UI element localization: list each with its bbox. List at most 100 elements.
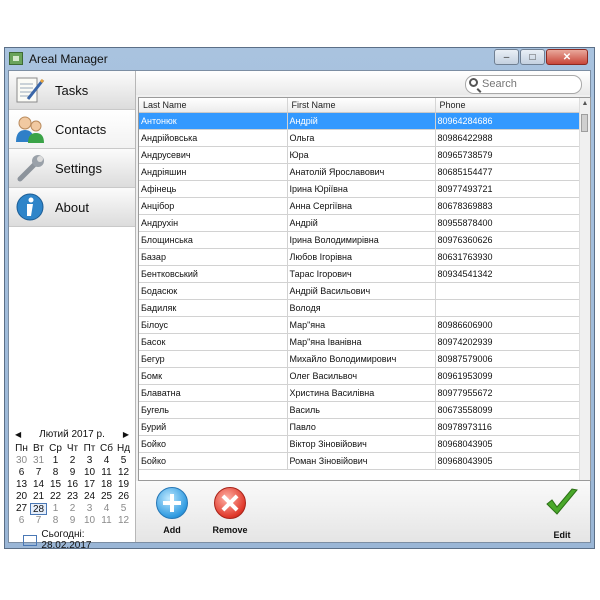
calendar-day[interactable]: 5 <box>115 503 132 515</box>
first-name-cell[interactable]: Василь <box>287 401 436 419</box>
column-header-first-name[interactable]: First Name <box>287 98 436 113</box>
table-row[interactable]: Блаватна Христина Василівна 80977955672 <box>139 384 585 402</box>
last-name-cell[interactable]: Анцібор <box>139 197 288 215</box>
last-name-cell[interactable]: Андрійовська <box>139 129 288 147</box>
table-row[interactable]: Басок Мар"яна Іванівна 80974202939 <box>139 333 585 351</box>
calendar-day[interactable]: 13 <box>13 479 30 491</box>
first-name-cell[interactable]: Віктор Зіновійович <box>287 435 436 453</box>
table-row[interactable]: Бойко Віктор Зіновійович 80968043905 <box>139 435 585 453</box>
calendar-day[interactable]: 9 <box>64 515 81 527</box>
calendar-today-link[interactable]: Сьогодні: 28.02.2017 <box>11 529 133 551</box>
last-name-cell[interactable]: Бадиляк <box>139 299 288 317</box>
calendar-day[interactable]: 19 <box>115 479 132 491</box>
last-name-cell[interactable]: Бодасюк <box>139 282 288 300</box>
phone-cell[interactable]: 80978973116 <box>435 418 585 436</box>
phone-cell[interactable]: 80987579006 <box>435 350 585 368</box>
first-name-cell[interactable]: Любов Ігорівна <box>287 248 436 266</box>
last-name-cell[interactable]: Блаватна <box>139 384 288 402</box>
calendar-day[interactable]: 8 <box>47 515 64 527</box>
table-row[interactable]: Бегур Михайло Володимирович 80987579006 <box>139 350 585 368</box>
first-name-cell[interactable]: Володя <box>287 299 436 317</box>
first-name-cell[interactable]: Михайло Володимирович <box>287 350 436 368</box>
first-name-cell[interactable]: Павло <box>287 418 436 436</box>
last-name-cell[interactable]: Антонюк <box>139 112 288 130</box>
phone-cell[interactable]: 80955878400 <box>435 214 585 232</box>
calendar-day[interactable]: 28 <box>30 503 47 515</box>
calendar-day[interactable]: 5 <box>115 455 132 467</box>
table-row[interactable]: Білоус Мар"яна 80986606900 <box>139 316 585 334</box>
calendar-day[interactable]: 6 <box>13 467 30 479</box>
phone-cell[interactable]: 80968043905 <box>435 435 585 453</box>
calendar-day[interactable]: 4 <box>98 455 115 467</box>
last-name-cell[interactable]: Андрухін <box>139 214 288 232</box>
last-name-cell[interactable]: Бегур <box>139 350 288 368</box>
maximize-button[interactable]: □ <box>520 49 545 65</box>
phone-cell[interactable]: 80976360626 <box>435 231 585 249</box>
title-bar[interactable]: Areal Manager – □ ✕ <box>5 48 594 70</box>
calendar-day[interactable]: 17 <box>81 479 98 491</box>
calendar-day[interactable]: 11 <box>98 467 115 479</box>
month-calendar[interactable]: ◀ Лютий 2017 р. ▶ Пн Вт Ср Чт Пт Сб Нд 30 31 1 2 3 4… <box>11 427 133 551</box>
calendar-day[interactable]: 7 <box>30 515 47 527</box>
calendar-day[interactable]: 16 <box>64 479 81 491</box>
column-header-phone[interactable]: Phone <box>435 98 585 113</box>
phone-cell[interactable]: 80974202939 <box>435 333 585 351</box>
table-row[interactable]: Андрійовська Ольга 80986422988 <box>139 129 585 147</box>
first-name-cell[interactable]: Мар"яна <box>287 316 436 334</box>
vertical-scrollbar[interactable]: ▲ <box>579 98 590 480</box>
phone-cell[interactable]: 80977493721 <box>435 180 585 198</box>
close-button[interactable]: ✕ <box>546 49 588 65</box>
last-name-cell[interactable]: Басок <box>139 333 288 351</box>
last-name-cell[interactable]: Бойко <box>139 452 288 470</box>
calendar-day[interactable]: 24 <box>81 491 98 503</box>
calendar-day[interactable]: 30 <box>13 455 30 467</box>
table-row[interactable]: Афінець Ірина Юріївна 80977493721 <box>139 180 585 198</box>
first-name-cell[interactable]: Андрій Васильович <box>287 282 436 300</box>
calendar-day[interactable]: 7 <box>30 467 47 479</box>
phone-cell[interactable]: 80986606900 <box>435 316 585 334</box>
column-header-last-name[interactable]: Last Name <box>139 98 288 113</box>
first-name-cell[interactable]: Андрій <box>287 112 436 130</box>
phone-cell[interactable]: 80964284686 <box>435 112 585 130</box>
first-name-cell[interactable]: Ірина Володимирівна <box>287 231 436 249</box>
last-name-cell[interactable]: Бойко <box>139 435 288 453</box>
first-name-cell[interactable]: Христина Василівна <box>287 384 436 402</box>
calendar-day[interactable]: 12 <box>115 515 132 527</box>
add-button[interactable]: Add <box>148 487 196 535</box>
calendar-day[interactable]: 25 <box>98 491 115 503</box>
calendar-day[interactable]: 3 <box>81 503 98 515</box>
table-row[interactable]: Антонюк Андрій 80964284686 <box>139 112 585 130</box>
calendar-day[interactable]: 11 <box>98 515 115 527</box>
table-row[interactable]: Бурий Павло 80978973116 <box>139 418 585 436</box>
calendar-day[interactable]: 14 <box>30 479 47 491</box>
phone-cell[interactable]: 80934541342 <box>435 265 585 283</box>
calendar-day[interactable]: 9 <box>64 467 81 479</box>
sidebar-item-contacts[interactable]: Contacts <box>9 110 135 149</box>
table-row[interactable]: Бентковський Тарас Ігорович 80934541342 <box>139 265 585 283</box>
edit-button[interactable]: Edit <box>538 487 586 540</box>
last-name-cell[interactable]: Бентковський <box>139 265 288 283</box>
search-box[interactable] <box>465 75 582 94</box>
last-name-cell[interactable]: Базар <box>139 248 288 266</box>
phone-cell[interactable] <box>435 299 585 317</box>
calendar-day[interactable]: 8 <box>47 467 64 479</box>
calendar-day[interactable]: 18 <box>98 479 115 491</box>
table-row[interactable]: Бадиляк Володя <box>139 299 585 317</box>
phone-cell[interactable]: 80968043905 <box>435 452 585 470</box>
table-row[interactable]: Базар Любов Ігорівна 80631763930 <box>139 248 585 266</box>
phone-cell[interactable]: 80631763930 <box>435 248 585 266</box>
last-name-cell[interactable]: Андрусевич <box>139 146 288 164</box>
calendar-day[interactable]: 1 <box>47 455 64 467</box>
phone-cell[interactable]: 80965738579 <box>435 146 585 164</box>
first-name-cell[interactable]: Роман Зіновійович <box>287 452 436 470</box>
first-name-cell[interactable]: Андрій <box>287 214 436 232</box>
remove-button[interactable]: Remove <box>206 487 254 535</box>
last-name-cell[interactable]: Афінець <box>139 180 288 198</box>
calendar-month-label[interactable]: Лютий 2017 р. <box>39 429 105 440</box>
calendar-day[interactable]: 15 <box>47 479 64 491</box>
search-input[interactable] <box>482 77 572 90</box>
phone-cell[interactable]: 80986422988 <box>435 129 585 147</box>
first-name-cell[interactable]: Ольга <box>287 129 436 147</box>
calendar-prev-button[interactable]: ◀ <box>15 427 21 443</box>
scroll-up-icon[interactable]: ▲ <box>580 98 590 110</box>
